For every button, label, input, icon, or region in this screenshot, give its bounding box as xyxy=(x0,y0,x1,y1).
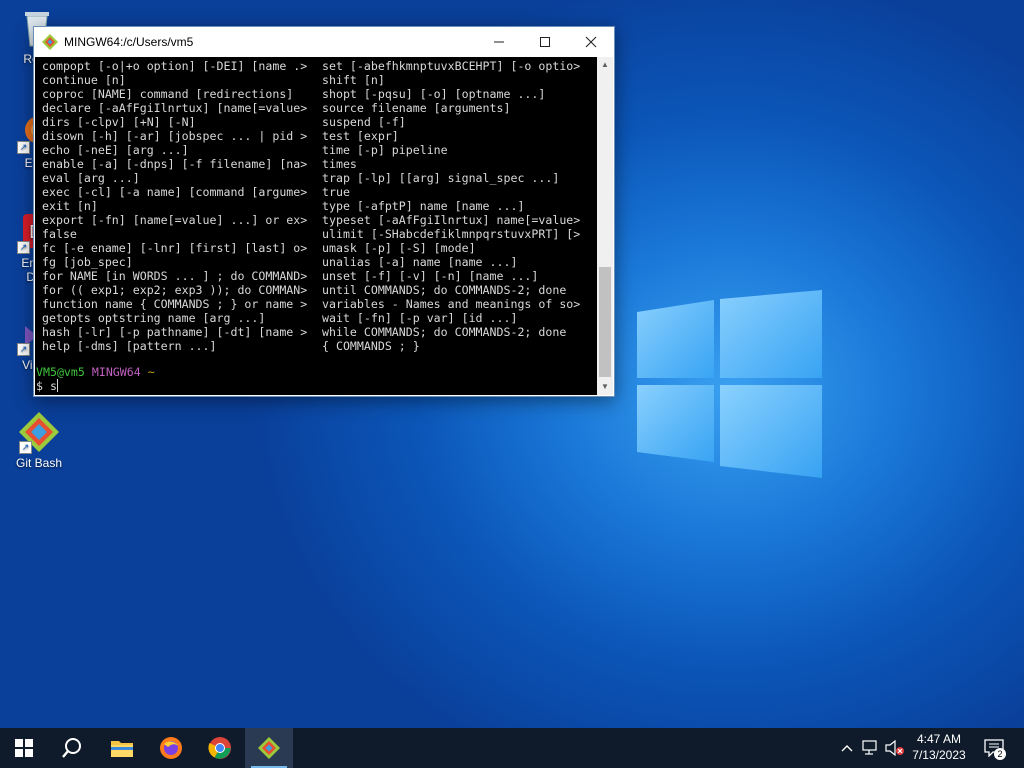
desktop-icon-git-bash[interactable]: ↗ Git Bash xyxy=(4,410,74,470)
clock-time: 4:47 AM xyxy=(916,732,962,746)
terminal-line: enable [-a] [-dnps] [-f filename] [na> xyxy=(42,157,308,171)
text-cursor xyxy=(56,379,58,392)
terminal-line: time [-p] pipeline xyxy=(322,143,448,157)
minimize-button[interactable] xyxy=(476,27,522,57)
folder-icon xyxy=(111,741,133,757)
network-icon xyxy=(862,740,877,755)
terminal-line: unset [-f] [-v] [-n] [name ...] xyxy=(322,269,539,283)
close-button[interactable] xyxy=(568,27,614,57)
notification-center-button[interactable]: 2 xyxy=(982,738,1006,760)
window-titlebar[interactable]: MINGW64:/c/Users/vm5 xyxy=(34,27,614,57)
start-button[interactable] xyxy=(0,728,48,768)
terminal-line: fc [-e ename] [-lnr] [first] [last] o> xyxy=(42,241,308,255)
terminal-line: exec [-cl] [-a name] [command [argume> xyxy=(42,185,308,199)
terminal-window[interactable]: MINGW64:/c/Users/vm5 compopt [-o|+o opti… xyxy=(33,26,615,397)
terminal-line: hash [-lr] [-p pathname] [-dt] [name > xyxy=(42,325,308,339)
show-hidden-icons-button[interactable] xyxy=(837,738,857,758)
shortcut-arrow-icon: ↗ xyxy=(17,343,30,356)
terminal-line: wait [-fn] [-p var] [id ...] xyxy=(322,311,518,325)
terminal-line: disown [-h] [-ar] [jobspec ... | pid > xyxy=(42,129,308,143)
shortcut-arrow-icon: ↗ xyxy=(17,241,30,254)
terminal-line: coproc [NAME] command [redirections] xyxy=(42,87,294,101)
terminal-line: test [expr] xyxy=(322,129,399,143)
terminal-line: help [-dms] [pattern ...] xyxy=(42,339,217,353)
git-icon xyxy=(42,34,58,50)
terminal-line: dirs [-clpv] [+N] [-N] xyxy=(42,115,196,129)
chrome-button[interactable] xyxy=(196,728,244,768)
vertical-scrollbar[interactable]: ▲ ▼ xyxy=(597,57,613,395)
maximize-icon xyxy=(540,37,550,47)
terminal-line: for (( exp1; exp2; exp3 )); do COMMAN> xyxy=(42,283,308,297)
terminal-line: for NAME [in WORDS ... ] ; do COMMAND> xyxy=(42,269,308,283)
git-bash-taskbar-button[interactable] xyxy=(245,728,293,768)
help-left-column: compopt [-o|+o option] [-DEI] [name .> co… xyxy=(42,59,307,353)
prompt-path: ~ xyxy=(147,365,155,379)
network-button[interactable] xyxy=(861,738,881,758)
git-bash-icon: ↗ xyxy=(17,410,61,454)
terminal-line: declare [-aAfFgiIlnrtux] [name[=value> xyxy=(42,101,308,115)
terminal-line: { COMMANDS ; } xyxy=(322,339,420,353)
terminal-line: false xyxy=(42,227,77,241)
git-bash-icon xyxy=(258,737,280,759)
terminal-line: continue [n] xyxy=(42,73,126,87)
terminal-line: compopt [-o|+o option] [-DEI] [name .> xyxy=(42,59,308,73)
terminal-line: suspend [-f] xyxy=(322,115,406,129)
terminal-line: until COMMANDS; do COMMANDS-2; done xyxy=(322,283,567,297)
terminal-line: times xyxy=(322,157,357,171)
terminal-line: set [-abefhkmnptuvxBCEHPT] [-o optio> xyxy=(322,59,581,73)
windows-start-icon xyxy=(15,739,33,757)
shortcut-arrow-icon: ↗ xyxy=(17,141,30,154)
system-clock[interactable]: 4:47 AM 7/13/2023 xyxy=(900,731,978,763)
chrome-icon xyxy=(208,737,231,759)
window-title: MINGW64:/c/Users/vm5 xyxy=(64,35,194,49)
command-input[interactable]: $ s xyxy=(36,379,58,393)
chevron-up-icon xyxy=(841,745,853,752)
maximize-button[interactable] xyxy=(522,27,568,57)
firefox-icon xyxy=(160,737,182,759)
firefox-button[interactable] xyxy=(147,728,195,768)
terminal-line: exit [n] xyxy=(42,199,98,213)
desktop-icon-label: Git Bash xyxy=(15,456,63,470)
terminal-line: variables - Names and meanings of so> xyxy=(322,297,581,311)
terminal-line: shopt [-pqsu] [-o] [optname ...] xyxy=(322,87,546,101)
terminal-line: true xyxy=(322,185,350,199)
shell-prompt: VM5@vm5 MINGW64 ~ xyxy=(36,365,155,379)
clock-date: 7/13/2023 xyxy=(912,748,966,762)
terminal-line: shift [n] xyxy=(322,73,385,87)
terminal-output[interactable]: compopt [-o|+o option] [-DEI] [name .> co… xyxy=(35,57,597,395)
terminal-line: eval [arg ...] xyxy=(42,171,140,185)
terminal-line: ulimit [-SHabcdefiklmnpqrstuvxPRT] [> xyxy=(322,227,581,241)
scrollbar-thumb[interactable] xyxy=(599,267,611,377)
terminal-line: getopts optstring name [arg ...] xyxy=(42,311,266,325)
terminal-line: function name { COMMANDS ; } or name > xyxy=(42,297,308,311)
file-explorer-button[interactable] xyxy=(98,728,146,768)
terminal-line: type [-afptP] name [name ...] xyxy=(322,199,525,213)
prompt-system: MINGW64 xyxy=(91,365,141,379)
terminal-line: trap [-lp] [[arg] signal_spec ...] xyxy=(322,171,560,185)
terminal-line: fg [job_spec] xyxy=(42,255,133,269)
terminal-line: typeset [-aAfFgiIlnrtux] name[=value> xyxy=(322,213,581,227)
search-icon xyxy=(62,738,81,758)
terminal-line: export [-fn] [name[=value] ...] or ex> xyxy=(42,213,308,227)
search-button[interactable] xyxy=(48,728,96,768)
terminal-line: source filename [arguments] xyxy=(322,101,511,115)
prompt-user: VM5@vm5 xyxy=(36,365,85,379)
minimize-icon xyxy=(494,41,504,43)
terminal-line: umask [-p] [-S] [mode] xyxy=(322,241,476,255)
scroll-down-icon[interactable]: ▼ xyxy=(597,379,613,395)
scroll-up-icon[interactable]: ▲ xyxy=(597,57,613,73)
shortcut-arrow-icon: ↗ xyxy=(19,441,32,454)
terminal-line: echo [-neE] [arg ...] xyxy=(42,143,189,157)
close-icon xyxy=(585,36,597,48)
terminal-line: unalias [-a] name [name ...] xyxy=(322,255,518,269)
help-right-column: set [-abefhkmnptuvxBCEHPT] [-o optio> shi… xyxy=(322,59,580,353)
notification-badge: 2 xyxy=(994,748,1006,760)
terminal-line: while COMMANDS; do COMMANDS-2; done xyxy=(322,325,567,339)
command-text: $ s xyxy=(36,379,57,393)
taskbar: 4:47 AM 7/13/2023 2 xyxy=(0,728,1024,768)
